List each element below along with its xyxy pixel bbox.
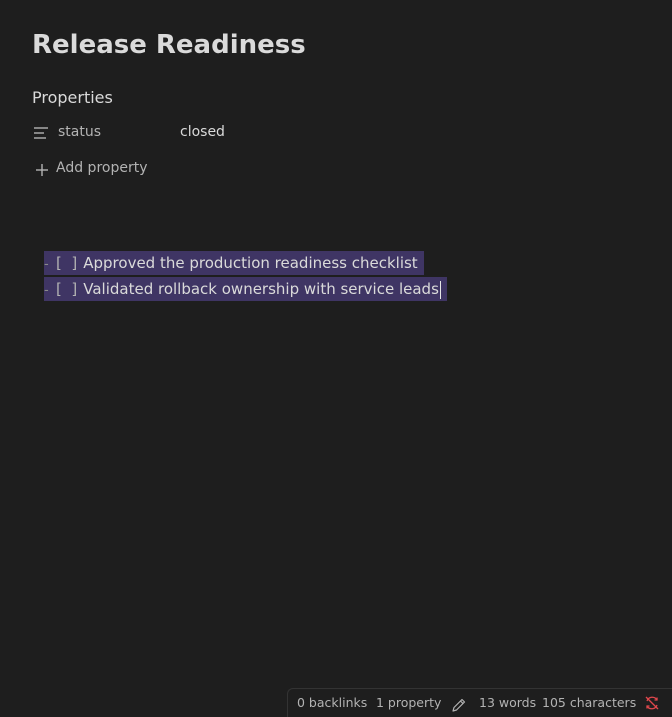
text-lines-icon [34, 127, 48, 139]
task-item[interactable]: -[ ] Validated rollback ownership with se… [44, 277, 447, 301]
list-bullet: - [44, 283, 49, 298]
property-row-status[interactable]: status closed [32, 122, 432, 144]
task-item[interactable]: -[ ] Approved the production readiness ch… [44, 251, 424, 275]
text-cursor [439, 280, 441, 299]
note-page: Release Readiness Properties status clos… [0, 0, 672, 717]
task-checkbox[interactable]: [ ] [56, 251, 77, 275]
property-value[interactable]: closed [180, 124, 225, 140]
pencil-icon[interactable] [451, 697, 467, 713]
character-count: 105 characters [542, 695, 637, 710]
add-property-label: Add property [56, 160, 148, 176]
plus-icon [36, 164, 48, 176]
backlinks-count[interactable]: 0 backlinks [297, 695, 367, 710]
list-bullet: - [44, 257, 49, 272]
task-text[interactable]: Approved the production readiness checkl… [83, 254, 417, 272]
note-title[interactable]: Release Readiness [32, 30, 306, 60]
property-key[interactable]: status [58, 124, 101, 140]
word-count: 13 words [479, 695, 537, 710]
task-checkbox[interactable]: [ ] [56, 277, 77, 301]
property-count: 1 property [376, 695, 442, 710]
task-text[interactable]: Validated rollback ownership with servic… [83, 280, 439, 298]
properties-heading[interactable]: Properties [32, 88, 113, 107]
sync-error-icon[interactable] [644, 695, 660, 711]
status-bar: 0 backlinks 1 property 13 words 105 char… [287, 688, 672, 717]
